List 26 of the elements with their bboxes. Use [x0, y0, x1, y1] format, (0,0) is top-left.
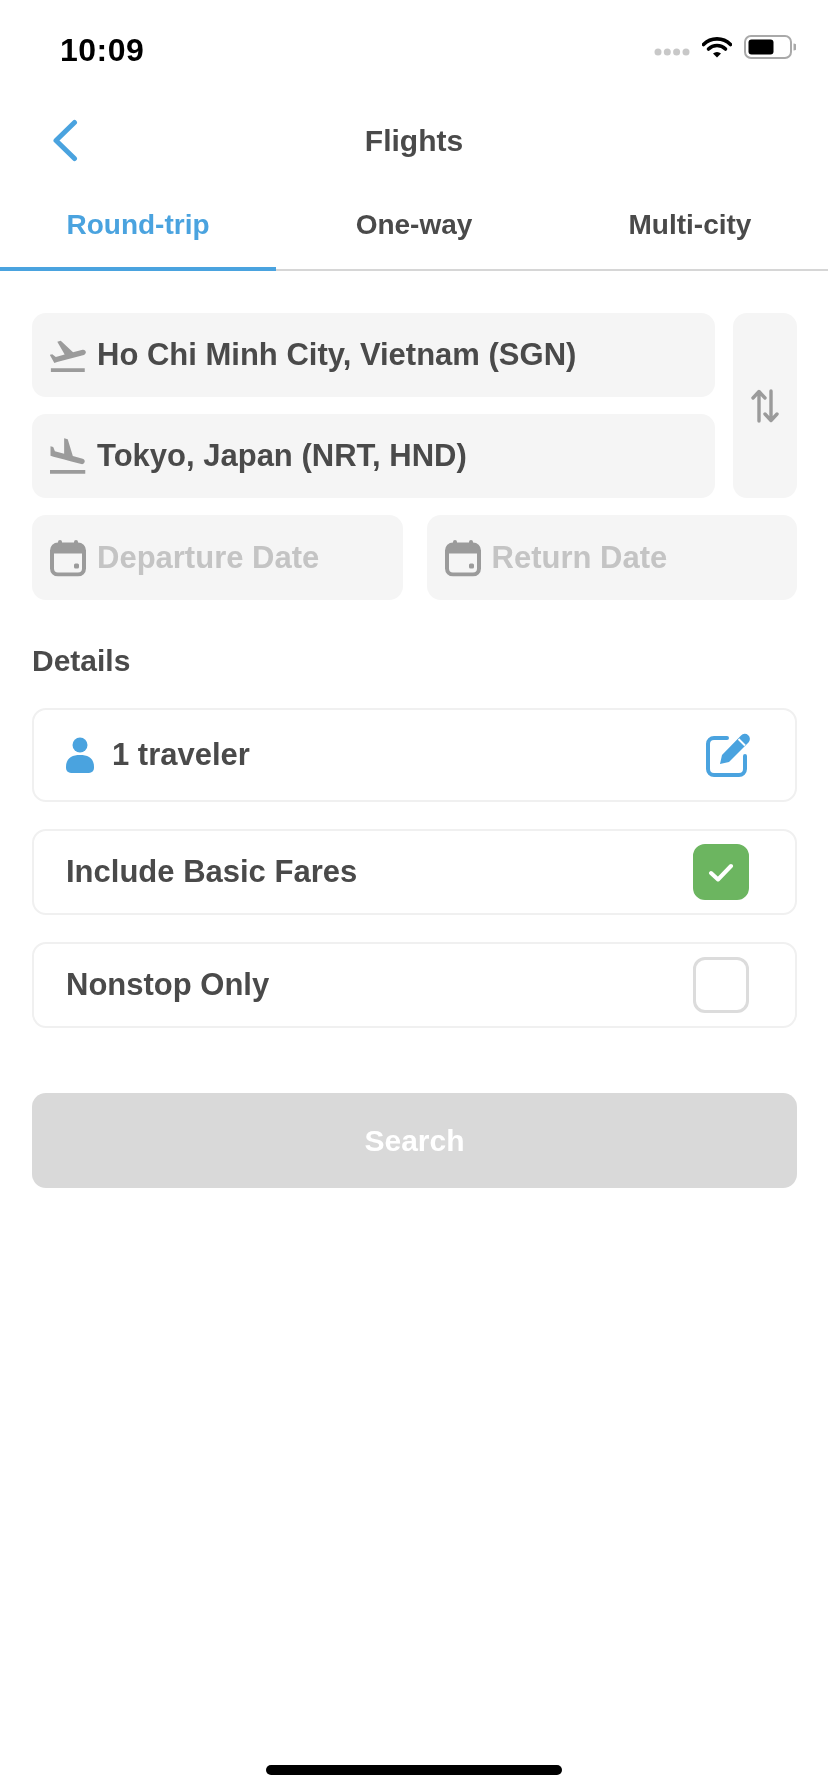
section-heading: Details: [32, 644, 132, 678]
option-card[interactable]: Include Basic Fares: [32, 829, 797, 915]
status-time: 10:09: [60, 31, 145, 69]
traveler-count: 1 traveler: [112, 737, 251, 773]
screen-title: Flights: [364, 124, 464, 158]
option-label: Nonstop Only: [66, 967, 271, 1003]
swap-button[interactable]: [733, 313, 797, 498]
back-icon[interactable]: [52, 119, 78, 162]
destination-field[interactable]: Tokyo, Japan (NRT, HND): [32, 414, 715, 498]
calendar-icon: [444, 539, 481, 576]
battery-icon: [744, 35, 796, 59]
wifi-icon: [702, 36, 732, 58]
calendar-icon: [50, 539, 86, 576]
swap-icon: [751, 387, 779, 424]
tab[interactable]: Multi-city: [552, 182, 828, 271]
origin-field[interactable]: Ho Chi Minh City, Vietnam (SGN): [32, 313, 715, 397]
edit-icon[interactable]: [705, 732, 751, 778]
checkbox[interactable]: [693, 844, 749, 900]
person-icon: [66, 737, 94, 773]
checkmark-icon: [708, 862, 734, 882]
plane-landing-icon: [50, 438, 86, 474]
option-label: Include Basic Fares: [66, 854, 359, 890]
tab[interactable]: One-way: [276, 182, 552, 271]
cellular-signal-icon: [654, 48, 690, 56]
traveler-card[interactable]: 1 traveler: [32, 708, 797, 802]
option-card[interactable]: Nonstop Only: [32, 942, 797, 1028]
